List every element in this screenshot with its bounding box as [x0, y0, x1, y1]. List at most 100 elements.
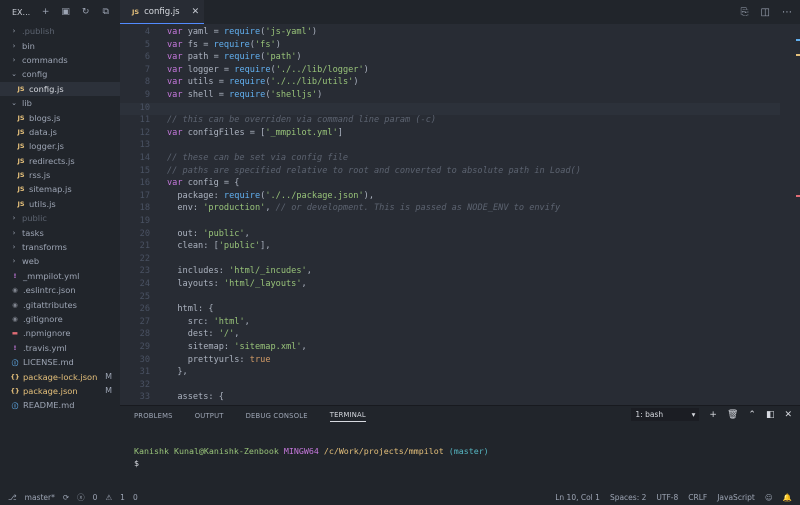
warning-count[interactable]: 1 — [120, 493, 125, 502]
code-token: env: — [167, 203, 204, 214]
json-file-icon: {} — [10, 386, 20, 395]
code-line[interactable]: 16 var config = { — [120, 178, 780, 191]
code-line[interactable]: 30 prettyurls: true — [120, 355, 780, 368]
close-tab-icon[interactable]: ✕ — [192, 7, 200, 17]
encoding[interactable]: UTF-8 — [656, 493, 678, 502]
close-panel-icon[interactable]: ✕ — [784, 410, 792, 420]
file-tree-item[interactable]: › .publish — [0, 24, 120, 38]
notifications-icon[interactable]: 🔔 — [783, 493, 792, 502]
file-tree-item[interactable]: JS sitemap.js — [0, 182, 120, 196]
file-tree-item[interactable]: JS rss.js — [0, 168, 120, 182]
file-tree-item[interactable]: JS blogs.js — [0, 110, 120, 124]
code-text: html: { — [167, 304, 213, 314]
code-line[interactable]: 21 clean: ['public'], — [120, 241, 780, 254]
file-tree-item[interactable]: › web — [0, 254, 120, 268]
file-tree-item[interactable]: ! _mmpilot.yml — [0, 269, 120, 283]
indentation[interactable]: Spaces: 2 — [610, 493, 646, 502]
collapse-all-icon[interactable]: ⧉ — [101, 7, 110, 17]
more-actions-icon[interactable]: ⋯ — [782, 7, 792, 18]
file-tree-item[interactable]: JS redirects.js — [0, 154, 120, 168]
panel-tab-problems[interactable]: PROBLEMS — [134, 412, 173, 420]
cursor-position[interactable]: Ln 10, Col 1 — [555, 493, 600, 502]
code-line[interactable]: 22 — [120, 254, 780, 267]
open-changes-icon[interactable]: ⎘ — [741, 7, 749, 18]
info-count[interactable]: 0 — [133, 493, 138, 502]
line-number: 19 — [139, 216, 150, 226]
code-line[interactable]: 33 assets: { — [120, 392, 780, 405]
code-line[interactable]: 18 env: 'production', // or development.… — [120, 203, 780, 216]
code-line[interactable]: 32 — [120, 380, 780, 393]
code-line[interactable]: 6 var path = require('path') — [120, 52, 780, 65]
code-line[interactable]: 27 src: 'html', — [120, 317, 780, 330]
feedback-icon[interactable]: ☺ — [765, 493, 773, 502]
code-line[interactable]: 5 var fs = require('fs') — [120, 40, 780, 53]
code-line[interactable]: 10 — [120, 102, 780, 116]
file-tree-item[interactable]: ◉ .gitignore — [0, 312, 120, 326]
file-tree-item[interactable]: › commands — [0, 53, 120, 67]
code-line[interactable]: 4 var yaml = require('js-yaml') — [120, 27, 780, 40]
refresh-icon[interactable]: ↻ — [81, 7, 90, 17]
file-tree-item[interactable]: › tasks — [0, 225, 120, 239]
code-line[interactable]: 29 sitemap: 'sitemap.xml', — [120, 342, 780, 355]
file-tree-label: commands — [22, 54, 68, 65]
code-line[interactable]: 8 var utils = require('./../lib/utils') — [120, 77, 780, 90]
code-line[interactable]: 12 var configFiles = ['_mmpilot.yml'] — [120, 128, 780, 141]
code-line[interactable]: 19 — [120, 216, 780, 229]
file-tree-item[interactable]: {} package.json M — [0, 384, 120, 398]
file-tree-item[interactable]: ⓘ LICENSE.md — [0, 355, 120, 369]
git-branch[interactable]: master* — [25, 493, 55, 502]
code-editor[interactable]: 4 var yaml = require('js-yaml') 5 var fs = … — [120, 24, 800, 405]
code-token: require — [223, 27, 261, 37]
kill-terminal-icon[interactable]: 🗑 — [727, 410, 738, 420]
terminal-select[interactable]: 1: bash ▾ — [631, 408, 700, 421]
tab-config-js[interactable]: JS config.js ✕ — [120, 0, 204, 24]
code-line[interactable]: 26 html: { — [120, 304, 780, 317]
panel-tab-debug-console[interactable]: DEBUG CONSOLE — [246, 412, 308, 420]
code-line[interactable]: 9 var shell = require('shelljs') — [120, 90, 780, 103]
file-tree-item[interactable]: ▬ .npmignore — [0, 326, 120, 340]
code-line[interactable]: 20 out: 'public', — [120, 229, 780, 242]
file-tree-item[interactable]: JS utils.js — [0, 197, 120, 211]
line-endings[interactable]: CRLF — [688, 493, 707, 502]
code-line[interactable]: 24 layouts: 'html/_layouts', — [120, 279, 780, 292]
file-tree-item[interactable]: ! .travis.yml — [0, 341, 120, 355]
file-tree-item[interactable]: ⓘ README.md — [0, 398, 120, 412]
new-file-icon[interactable]: + — [41, 7, 50, 17]
split-panel-icon[interactable]: ◧ — [766, 410, 775, 420]
new-folder-icon[interactable]: ▣ — [61, 7, 70, 17]
file-tree-item[interactable]: ⌄ config — [0, 67, 120, 81]
file-tree-item[interactable]: JS config.js — [0, 81, 120, 96]
error-count[interactable]: 0 — [93, 493, 98, 502]
code-line[interactable]: 31 }, — [120, 367, 780, 380]
split-editor-icon[interactable]: ◫ — [761, 7, 770, 18]
panel-tab-terminal[interactable]: TERMINAL — [329, 411, 366, 422]
file-tree-item[interactable]: ⌄ lib — [0, 96, 120, 110]
new-terminal-icon[interactable]: + — [709, 410, 717, 420]
terminal-output[interactable]: Kanishk Kunal@Kanishk-Zenbook MINGW64 /c… — [134, 445, 489, 469]
code-line[interactable]: 11 // this can be overriden via command l… — [120, 115, 780, 128]
panel-tab-output[interactable]: OUTPUT — [195, 412, 224, 420]
file-tree-label: data.js — [29, 126, 57, 137]
sync-icon[interactable]: ⟳ — [63, 493, 69, 502]
code-line[interactable]: 13 — [120, 140, 780, 153]
error-icon: ⓧ — [77, 492, 85, 502]
maximize-panel-icon[interactable]: ⌃ — [748, 410, 756, 420]
code-line[interactable]: 7 var logger = require('./../lib/logger') — [120, 65, 780, 78]
language-mode[interactable]: JavaScript — [717, 493, 755, 502]
code-line[interactable]: 28 dest: '/', — [120, 329, 780, 342]
file-tree-item[interactable]: › bin — [0, 38, 120, 52]
file-tree-item[interactable]: JS data.js — [0, 125, 120, 139]
code-token: // this can be overriden via command lin… — [167, 115, 437, 126]
file-tree-item[interactable]: ◉ .eslintrc.json — [0, 283, 120, 297]
file-tree-item[interactable]: JS logger.js — [0, 139, 120, 153]
code-line[interactable]: 17 package: require('./../package.json')… — [120, 191, 780, 204]
code-line[interactable]: 25 — [120, 292, 780, 305]
line-number: 17 — [139, 190, 150, 201]
file-tree-item[interactable]: ◉ .gitattributes — [0, 297, 120, 311]
code-line[interactable]: 15 // paths are specified relative to roo… — [120, 166, 780, 179]
code-line[interactable]: 23 includes: 'html/_incudes', — [120, 266, 780, 279]
code-line[interactable]: 14 // these can be set via config file — [120, 153, 780, 166]
file-tree-item[interactable]: › transforms — [0, 240, 120, 254]
file-tree-item[interactable]: {} package-lock.json M — [0, 369, 120, 383]
file-tree-item[interactable]: › public — [0, 211, 120, 225]
